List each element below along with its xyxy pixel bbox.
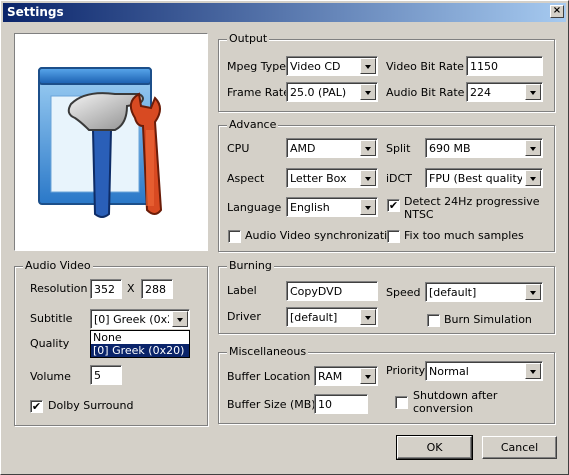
audio-video-legend: Audio Video <box>23 259 93 272</box>
split-value: 690 MB <box>429 142 471 155</box>
priority-label: Priority <box>386 364 426 377</box>
subtitle-dropdown-list: None [0] Greek (0x20) <box>90 330 190 358</box>
miscellaneous-legend: Miscellaneous <box>227 345 309 358</box>
speed-value: [default] <box>429 286 477 299</box>
frame-rate-select[interactable]: 25.0 (PAL) <box>286 82 378 102</box>
buffer-size-input[interactable]: 10 <box>314 394 368 414</box>
idct-select[interactable]: FPU (Best quality) <box>425 168 543 188</box>
split-select[interactable]: 690 MB <box>425 138 543 158</box>
chevron-down-icon[interactable] <box>360 309 376 325</box>
dolby-surround-checkbox[interactable]: ✔ <box>30 400 43 413</box>
tools-icon <box>38 67 163 218</box>
subtitle-value: [0] Greek (0x20) <box>94 313 169 326</box>
window-title: Settings <box>7 5 64 19</box>
audio-bitrate-select[interactable]: 224 <box>466 82 543 102</box>
cpu-value: AMD <box>290 142 316 155</box>
close-icon: × <box>552 5 562 16</box>
priority-select[interactable]: Normal <box>425 361 543 381</box>
audio-bitrate-label: Audio Bit Rate <box>386 86 465 99</box>
resolution-label: Resolution <box>30 282 88 295</box>
av-sync-checkbox[interactable] <box>228 230 241 243</box>
subtitle-label: Subtitle <box>30 312 73 325</box>
chevron-down-icon[interactable] <box>360 368 376 384</box>
chevron-down-icon[interactable] <box>360 199 376 215</box>
language-value: English <box>290 201 330 214</box>
burning-legend: Burning <box>227 259 274 272</box>
label-label: Label <box>227 284 257 297</box>
advance-legend: Advance <box>227 118 279 131</box>
driver-label: Driver <box>227 310 261 323</box>
chevron-down-icon[interactable] <box>360 58 376 74</box>
resolution-height-input[interactable]: 288 <box>141 279 173 299</box>
video-bitrate-input[interactable]: 1150 <box>466 56 543 76</box>
chevron-down-icon[interactable] <box>360 140 376 156</box>
buffer-location-select[interactable]: RAM <box>314 366 378 386</box>
idct-label: iDCT <box>386 172 412 185</box>
chevron-down-icon[interactable] <box>525 284 541 300</box>
burn-simulation-label: Burn Simulation <box>444 313 532 326</box>
fix-samples-checkbox[interactable] <box>387 230 400 243</box>
aspect-value: Letter Box <box>290 172 347 185</box>
detect-24hz-checkbox[interactable]: ✔ <box>387 199 400 212</box>
chevron-down-icon[interactable] <box>360 84 376 100</box>
subtitle-select[interactable]: [0] Greek (0x20) <box>90 309 190 329</box>
quality-label: Quality <box>30 337 70 350</box>
language-label: Language <box>227 201 282 214</box>
shutdown-label-line2: conversion <box>413 402 474 415</box>
subtitle-option-greek[interactable]: [0] Greek (0x20) <box>91 344 189 357</box>
ok-button[interactable]: OK <box>396 435 473 460</box>
chevron-down-icon[interactable] <box>360 170 376 186</box>
priority-value: Normal <box>429 365 469 378</box>
aspect-label: Aspect <box>227 172 265 185</box>
chevron-down-icon[interactable] <box>172 311 188 327</box>
settings-dialog: Settings × Output Mpeg Type Video CD Vid… <box>0 0 569 475</box>
label-input[interactable]: CopyDVD <box>286 281 378 301</box>
speed-label: Speed <box>386 286 421 299</box>
speed-select[interactable]: [default] <box>425 282 543 302</box>
split-label: Split <box>386 142 411 155</box>
mpeg-type-value: Video CD <box>290 60 341 73</box>
driver-value: [default] <box>290 311 338 324</box>
detect-24hz-label-line1: Detect 24Hz progressive <box>404 195 540 208</box>
video-bitrate-label: Video Bit Rate <box>386 60 464 73</box>
aspect-select[interactable]: Letter Box <box>286 168 378 188</box>
chevron-down-icon[interactable] <box>525 140 541 156</box>
cancel-button[interactable]: Cancel <box>482 436 557 459</box>
volume-input[interactable]: 5 <box>90 365 122 385</box>
frame-rate-value: 25.0 (PAL) <box>290 86 347 99</box>
chevron-down-icon[interactable] <box>525 84 541 100</box>
fix-samples-label: Fix too much samples <box>404 229 524 242</box>
title-bar: Settings <box>3 3 566 22</box>
dolby-surround-label: Dolby Surround <box>48 399 134 412</box>
burn-simulation-checkbox[interactable] <box>427 314 440 327</box>
chevron-down-icon[interactable] <box>525 170 541 186</box>
frame-rate-label: Frame Rate <box>227 86 290 99</box>
close-button[interactable]: × <box>550 5 564 18</box>
resolution-separator: X <box>127 282 135 295</box>
chevron-down-icon[interactable] <box>525 363 541 379</box>
buffer-location-value: RAM <box>318 370 343 383</box>
shutdown-checkbox[interactable] <box>395 396 408 409</box>
mpeg-type-label: Mpeg Type <box>227 60 286 73</box>
buffer-size-label: Buffer Size (MB) <box>227 398 316 411</box>
language-select[interactable]: English <box>286 197 378 217</box>
driver-select[interactable]: [default] <box>286 307 378 327</box>
idct-value: FPU (Best quality) <box>429 172 522 185</box>
subtitle-option-none[interactable]: None <box>91 331 189 344</box>
mpeg-type-select[interactable]: Video CD <box>286 56 378 76</box>
detect-24hz-label-line2: NTSC <box>404 208 434 221</box>
output-legend: Output <box>227 32 270 45</box>
volume-label: Volume <box>30 370 71 383</box>
av-sync-label: Audio Video synchronization <box>245 229 401 242</box>
buffer-location-label: Buffer Location <box>227 370 311 383</box>
cpu-label: CPU <box>227 142 250 155</box>
shutdown-label-line1: Shutdown after <box>413 389 498 402</box>
app-icon-panel <box>14 33 208 251</box>
audio-bitrate-value: 224 <box>470 86 491 99</box>
cpu-select[interactable]: AMD <box>286 138 378 158</box>
resolution-width-input[interactable]: 352 <box>90 279 122 299</box>
